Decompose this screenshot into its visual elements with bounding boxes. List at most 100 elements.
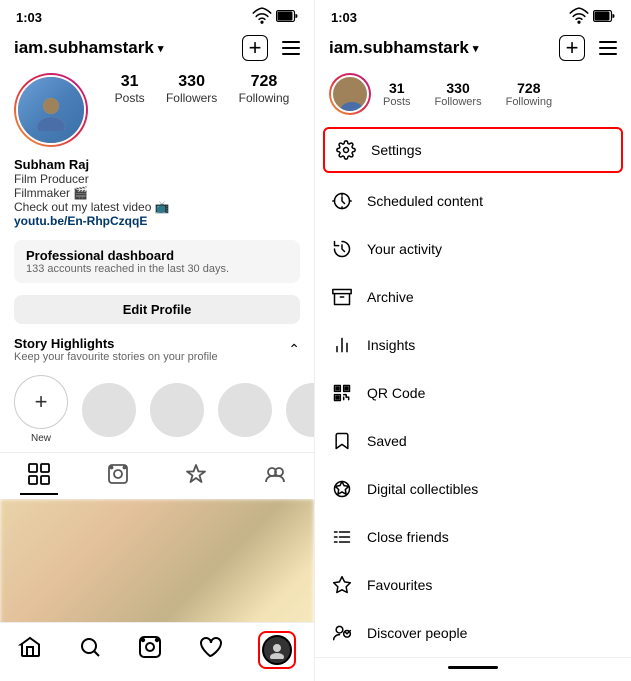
highlights-collapse-icon[interactable]: ⌃ bbox=[288, 341, 300, 358]
settings-label: Settings bbox=[371, 142, 422, 158]
nav-reels-icon[interactable] bbox=[138, 635, 162, 665]
profile-bio2: Check out my latest video 📺 bbox=[14, 200, 300, 214]
profile-link[interactable]: youtu.be/En-RhpCzqqE bbox=[14, 214, 300, 228]
time-right: 1:03 bbox=[331, 10, 357, 25]
bottom-nav-left bbox=[0, 622, 314, 681]
header-right: iam.subhamstark ▾ + bbox=[315, 33, 631, 69]
followers-number: 330 bbox=[178, 73, 205, 91]
profile-bio1: Filmmaker 🎬 bbox=[14, 186, 300, 200]
menu-item-archive[interactable]: Archive bbox=[315, 273, 631, 321]
hamburger-line-1 bbox=[282, 41, 300, 43]
menu-item-qr-code[interactable]: QR Code bbox=[315, 369, 631, 417]
grid-preview bbox=[0, 499, 314, 622]
tab-grid[interactable] bbox=[20, 461, 58, 495]
professional-dashboard-title: Professional dashboard bbox=[26, 248, 288, 263]
menu-item-your-activity[interactable]: Your activity bbox=[315, 225, 631, 273]
followers-stat[interactable]: 330 Followers bbox=[166, 73, 217, 105]
discover-people-icon bbox=[331, 622, 353, 644]
following-label: Following bbox=[239, 91, 290, 105]
header-icons-left: + bbox=[242, 35, 300, 61]
highlight-new-circle: + bbox=[14, 375, 68, 429]
saved-icon bbox=[331, 430, 353, 452]
profile-name: Subham Raj bbox=[14, 157, 300, 172]
qr-code-label: QR Code bbox=[367, 385, 425, 401]
menu-item-settings[interactable]: Settings bbox=[323, 127, 623, 173]
menu-item-close-friends[interactable]: Close friends bbox=[315, 513, 631, 561]
wifi-icon-right bbox=[569, 6, 589, 29]
tabs-row bbox=[0, 452, 314, 499]
chevron-icon-left: ▾ bbox=[158, 42, 164, 55]
settings-icon bbox=[335, 139, 357, 161]
tab-tagged[interactable] bbox=[177, 461, 215, 495]
menu-icon-left[interactable] bbox=[282, 41, 300, 55]
highlight-circle-2 bbox=[150, 383, 204, 437]
hamburger-line-r3 bbox=[599, 53, 617, 55]
highlights-row: + New bbox=[0, 367, 314, 452]
story-highlights-subtitle: Keep your favourite stories on your prof… bbox=[14, 351, 218, 363]
grid-image bbox=[0, 499, 314, 622]
battery-icon-right bbox=[593, 10, 615, 25]
bottom-nav-right bbox=[315, 657, 631, 681]
highlight-2[interactable] bbox=[150, 383, 204, 437]
username-right[interactable]: iam.subhamstark ▾ bbox=[329, 38, 478, 58]
hamburger-line-r2 bbox=[599, 47, 617, 49]
your-activity-label: Your activity bbox=[367, 241, 442, 257]
stats-row: 31 Posts 330 Followers 728 Following bbox=[104, 73, 300, 105]
left-panel: 1:03 iam.subhamstark ▾ + bbox=[0, 0, 315, 681]
nav-heart-icon[interactable] bbox=[198, 635, 222, 665]
add-post-icon[interactable]: + bbox=[242, 35, 268, 61]
avatar-container[interactable] bbox=[14, 73, 88, 147]
highlight-1[interactable] bbox=[82, 383, 136, 437]
nav-profile-box[interactable] bbox=[258, 631, 296, 669]
avatar-placeholder bbox=[18, 77, 84, 143]
digital-collectibles-label: Digital collectibles bbox=[367, 481, 478, 497]
username-left[interactable]: iam.subhamstark ▾ bbox=[14, 38, 163, 58]
saved-label: Saved bbox=[367, 433, 407, 449]
header-left: iam.subhamstark ▾ + bbox=[0, 33, 314, 69]
archive-label: Archive bbox=[367, 289, 414, 305]
your-activity-icon bbox=[331, 238, 353, 260]
nav-search-icon[interactable] bbox=[78, 635, 102, 665]
menu-item-scheduled-content[interactable]: Scheduled content bbox=[315, 177, 631, 225]
story-highlights-section: Story Highlights Keep your favourite sto… bbox=[0, 330, 314, 367]
profile-stats: 31 Posts 330 Followers 728 Following bbox=[0, 69, 314, 155]
nav-profile-icon bbox=[262, 635, 292, 665]
menu-icon-right[interactable] bbox=[599, 41, 617, 55]
chevron-icon-right: ▾ bbox=[473, 42, 479, 55]
followers-label: Followers bbox=[166, 91, 217, 105]
add-post-icon-right[interactable]: + bbox=[559, 35, 585, 61]
qr-code-icon bbox=[331, 382, 353, 404]
menu-item-saved[interactable]: Saved bbox=[315, 417, 631, 465]
insights-label: Insights bbox=[367, 337, 415, 353]
status-icons-left bbox=[252, 6, 298, 29]
favourites-icon bbox=[331, 574, 353, 596]
profile-info: Subham Raj Film Producer Filmmaker 🎬 Che… bbox=[0, 155, 314, 234]
menu-item-favourites[interactable]: Favourites bbox=[315, 561, 631, 609]
professional-dashboard[interactable]: Professional dashboard 133 accounts reac… bbox=[14, 240, 300, 283]
edit-profile-button[interactable]: Edit Profile bbox=[14, 295, 300, 324]
highlight-circle-1 bbox=[82, 383, 136, 437]
following-stat[interactable]: 728 Following bbox=[239, 73, 290, 105]
time-left: 1:03 bbox=[16, 10, 42, 25]
archive-icon bbox=[331, 286, 353, 308]
highlight-4[interactable] bbox=[286, 383, 315, 437]
close-friends-label: Close friends bbox=[367, 529, 449, 545]
hamburger-line-2 bbox=[282, 47, 300, 49]
tab-reels[interactable] bbox=[99, 461, 137, 495]
wifi-icon bbox=[252, 6, 272, 29]
highlight-3[interactable] bbox=[218, 383, 272, 437]
close-friends-icon bbox=[331, 526, 353, 548]
highlight-circle-4 bbox=[286, 383, 315, 437]
menu-item-discover-people[interactable]: Discover people bbox=[315, 609, 631, 657]
profile-title: Film Producer bbox=[14, 172, 300, 186]
highlight-circle-3 bbox=[218, 383, 272, 437]
nav-home-icon[interactable] bbox=[18, 635, 42, 665]
menu-item-digital-collectibles[interactable]: Digital collectibles bbox=[315, 465, 631, 513]
posts-stat[interactable]: 31 Posts bbox=[115, 73, 145, 105]
right-panel: 1:03 iam.subhamstark ▾ + bbox=[315, 0, 631, 681]
digital-collectibles-icon bbox=[331, 478, 353, 500]
tab-collab[interactable] bbox=[256, 461, 294, 495]
highlight-new[interactable]: + New bbox=[14, 375, 68, 444]
status-bar-left: 1:03 bbox=[0, 0, 314, 33]
menu-item-insights[interactable]: Insights bbox=[315, 321, 631, 369]
